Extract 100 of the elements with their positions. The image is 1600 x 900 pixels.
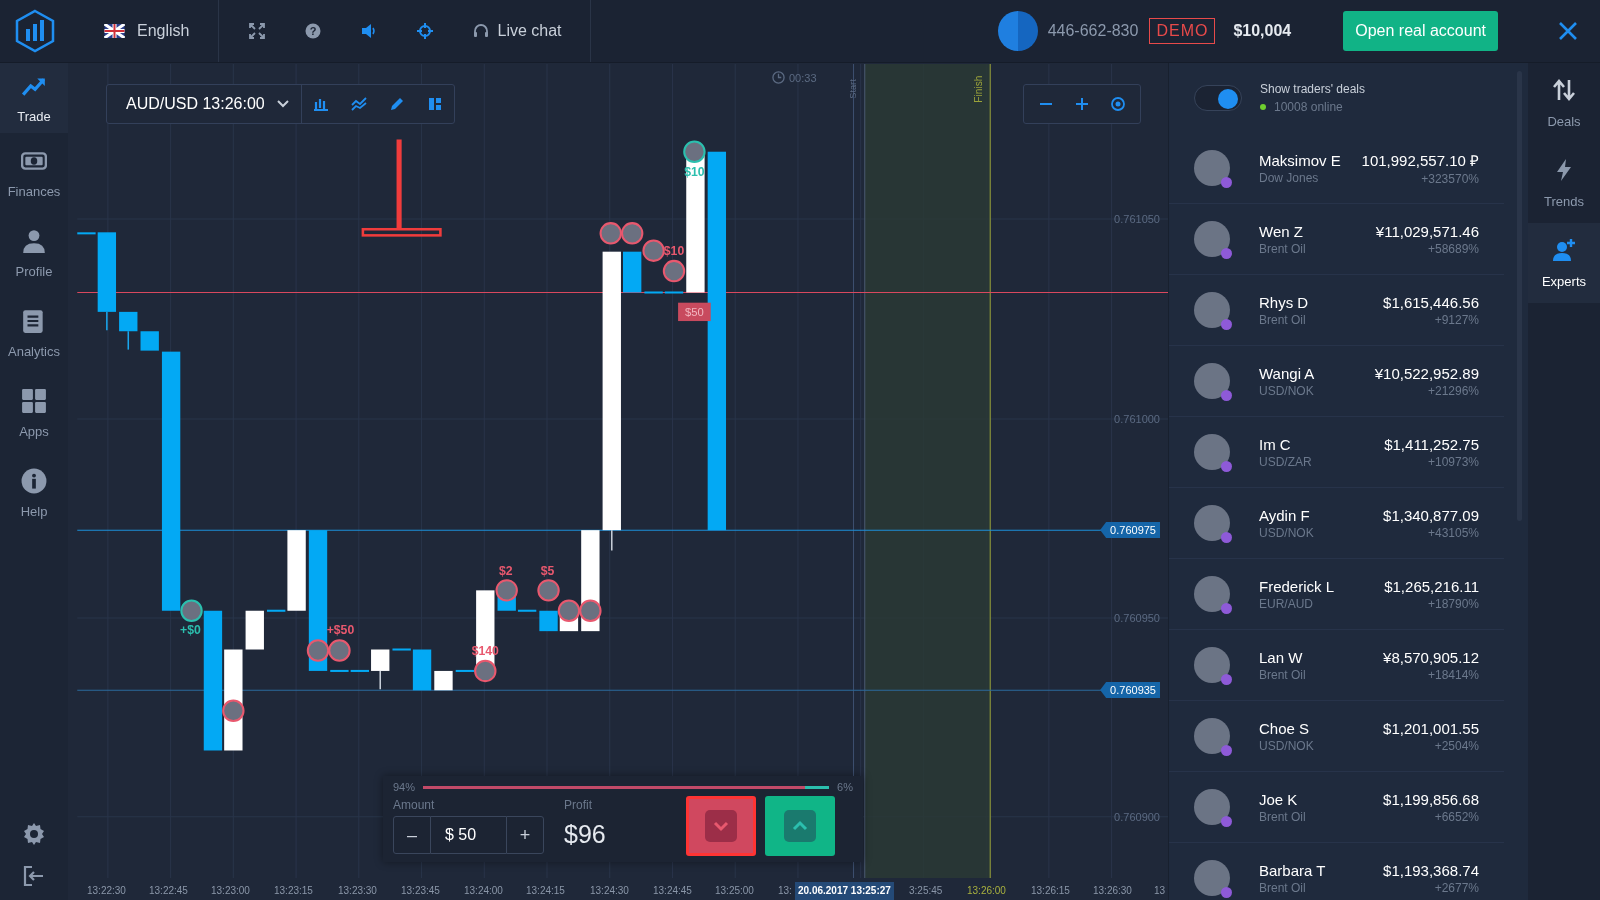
deal-marker-icon[interactable]: [662, 259, 686, 283]
deal-marker-icon[interactable]: [328, 639, 351, 662]
trader-row[interactable]: Lan W Brent Oil ¥8,570,905.12 +18414%: [1169, 630, 1504, 701]
trader-balance: $1,615,446.56: [1383, 293, 1479, 311]
trader-name: Wen Z: [1259, 222, 1304, 240]
trader-row[interactable]: Maksimov E Dow Jones 101,992,557.10 ₽ +323570%: [1169, 133, 1504, 204]
trader-row[interactable]: Choe S USD/NOK $1,201,001.55 +2504%: [1169, 701, 1504, 772]
logo-icon[interactable]: [13, 9, 57, 53]
trader-row[interactable]: Frederick L EUR/AUD $1,265,216.11 +18790%: [1169, 559, 1504, 630]
trader-row[interactable]: Aydin F USD/NOK $1,340,877.09 +43105%: [1169, 488, 1504, 559]
time-tick: 13:26:00: [967, 884, 1006, 898]
nav-item[interactable]: Analytics: [0, 293, 68, 373]
avatar-circle: [1194, 221, 1230, 257]
deal-marker-icon[interactable]: [537, 579, 560, 602]
time-tick: 13:23:00: [211, 884, 250, 898]
trader-gain: +323570%: [1421, 172, 1479, 186]
trader-row[interactable]: Wangi A USD/NOK ¥10,522,952.89 +21296%: [1169, 346, 1504, 417]
trader-asset: EUR/AUD: [1259, 596, 1314, 611]
close-icon[interactable]: [1558, 21, 1578, 41]
time-tick: 13:25:00: [715, 884, 754, 898]
trader-balance: $1,201,001.55: [1383, 719, 1479, 737]
clock-icon: [772, 71, 785, 84]
price-tick: 0.760900: [1114, 810, 1160, 825]
time-tick: 13: [1154, 884, 1166, 898]
logout-icon[interactable]: [22, 864, 46, 888]
trader-balance: $1,340,877.09: [1383, 506, 1479, 524]
deal-marker-icon[interactable]: [642, 239, 665, 262]
amount-field[interactable]: $ 50: [431, 816, 506, 854]
deal-marker-icon[interactable]: [579, 599, 602, 622]
trader-name: Lan W: [1259, 648, 1304, 666]
settings-icon[interactable]: [22, 822, 46, 846]
avatar-circle: [1194, 434, 1230, 470]
status-dot: [1221, 319, 1232, 330]
nav-item[interactable]: Trade: [0, 63, 68, 133]
sound-icon[interactable]: [361, 23, 378, 39]
deal-marker-icon[interactable]: [222, 699, 245, 722]
help-icon[interactable]: ?: [305, 23, 322, 39]
deal-marker-icon[interactable]: [180, 599, 203, 622]
trader-row[interactable]: Joe K Brent Oil $1,199,856.68 +6652%: [1169, 772, 1504, 843]
headset-icon: [473, 23, 490, 39]
fullscreen-icon[interactable]: [249, 23, 266, 39]
deal-marker-icon[interactable]: [495, 579, 518, 602]
start-label: Start: [847, 79, 858, 99]
nav-item[interactable]: Help: [0, 453, 68, 533]
time-tick: 13:24:30: [590, 884, 629, 898]
nav-item[interactable]: Finances: [0, 133, 68, 213]
time-tick: 13:24:15: [526, 884, 565, 898]
deal-amount-label: +$50: [326, 623, 355, 638]
language-selector[interactable]: English: [137, 22, 190, 40]
increase-button[interactable]: +: [506, 816, 544, 854]
candles-icon: [312, 96, 329, 112]
avatar-circle: [1194, 789, 1230, 825]
status-dot: [1221, 532, 1232, 543]
trader-row[interactable]: Im C USD/ZAR $1,411,252.75 +10973%: [1169, 417, 1504, 488]
live-chat-button[interactable]: Live chat: [473, 22, 562, 40]
time-tick: 13:26:15: [1031, 884, 1070, 898]
side-tab[interactable]: Trends: [1528, 143, 1600, 223]
avatar-circle: [1194, 718, 1230, 754]
layout-icon: [426, 96, 443, 112]
deal-marker-icon[interactable]: [306, 639, 330, 662]
deal-marker-icon[interactable]: [599, 222, 622, 245]
trader-name: Rhys D: [1259, 293, 1309, 311]
indicator-lines-icon: [350, 96, 367, 112]
pencil-icon: [388, 96, 405, 112]
trader-name: Wangi A: [1259, 364, 1315, 382]
deal-marker-icon[interactable]: [620, 222, 644, 245]
trader-name: Frederick L: [1259, 577, 1335, 595]
side-tab[interactable]: Experts: [1528, 223, 1600, 303]
candle: [539, 610, 558, 632]
price-tick: 0.760950: [1114, 611, 1160, 626]
finish-label: Finish: [973, 75, 985, 103]
time-tick: 13:24:45: [653, 884, 692, 898]
deal-marker-icon[interactable]: [683, 140, 706, 163]
deal-marker-icon[interactable]: [557, 599, 581, 622]
crosshair-icon[interactable]: [417, 23, 434, 39]
candle: [140, 331, 159, 351]
up-down-arrows-icon: [1552, 77, 1576, 102]
candle: [245, 610, 264, 650]
trader-balance: 101,992,557.10 ₽: [1361, 151, 1479, 170]
nav-item[interactable]: Apps: [0, 373, 68, 453]
trader-asset: USD/ZAR: [1259, 454, 1312, 469]
price-marker: 0.760935: [1100, 682, 1160, 698]
time-tick: 13:23:30: [338, 884, 377, 898]
trader-balance: $1,199,856.68: [1383, 790, 1479, 808]
avatar-circle[interactable]: [997, 11, 1038, 51]
deals-toggle[interactable]: [1194, 85, 1242, 111]
plus-icon: [1075, 97, 1089, 111]
nav-item[interactable]: Profile: [0, 213, 68, 293]
trader-row[interactable]: Wen Z Brent Oil ¥11,029,571.46 +58689%: [1169, 204, 1504, 275]
deal-amount-label: $5: [540, 564, 555, 579]
toggle-label: Show traders' deals: [1260, 82, 1365, 96]
side-tab[interactable]: Deals: [1528, 63, 1600, 143]
time-tick: 13:22:45: [149, 884, 188, 898]
trader-row[interactable]: Rhys D Brent Oil $1,615,446.56 +9127%: [1169, 275, 1504, 346]
avatar-circle: [1194, 860, 1230, 896]
time-tick: 13:23:15: [274, 884, 313, 898]
deal-marker-icon[interactable]: [474, 659, 497, 683]
decrease-button[interactable]: –: [393, 816, 431, 854]
price-tick: 0.761050: [1114, 212, 1160, 227]
trader-row[interactable]: Barbara T Brent Oil $1,193,368.74 +2677%: [1169, 843, 1504, 900]
